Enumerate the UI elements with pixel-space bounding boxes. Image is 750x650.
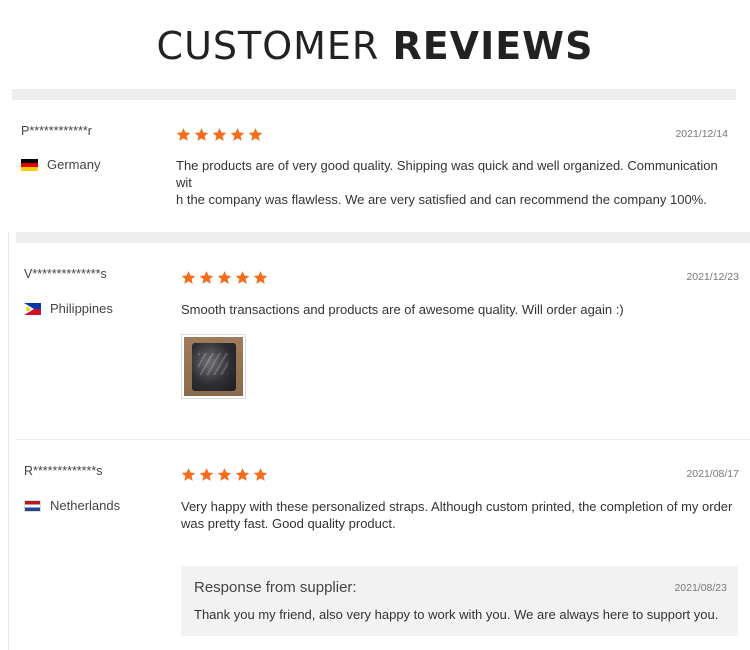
product-bag-image <box>192 343 236 391</box>
country-label: Germany <box>47 157 101 172</box>
star-icon <box>181 270 196 285</box>
netherlands-flag-icon <box>24 499 41 512</box>
supplier-response-title: Response from supplier: <box>194 579 357 596</box>
review-text-line: Very happy with these personalized strap… <box>181 499 733 514</box>
star-icon <box>253 467 268 482</box>
star-icon <box>181 467 196 482</box>
review-text-line: The products are of very good quality. S… <box>176 158 718 190</box>
reviewer-country: Netherlands <box>24 498 120 513</box>
supplier-response-text: Thank you my friend, also very happy to … <box>194 607 719 622</box>
reviewer-country: Germany <box>21 157 100 172</box>
star-icon <box>217 270 232 285</box>
star-icon <box>176 127 191 142</box>
star-icon <box>212 127 227 142</box>
review-text-line: Smooth transactions and products are of … <box>181 302 624 317</box>
star-icon <box>248 127 263 142</box>
star-rating <box>176 127 263 142</box>
title-bold: REVIEWS <box>392 24 594 68</box>
star-icon <box>235 270 250 285</box>
supplier-response: Response from supplier: 2021/08/23 Thank… <box>181 566 738 636</box>
review-date: 2021/12/23 <box>686 271 739 283</box>
germany-flag-icon <box>21 158 38 171</box>
review-photo[interactable] <box>181 334 246 399</box>
star-rating <box>181 270 268 285</box>
star-icon <box>253 270 268 285</box>
review-text: The products are of very good quality. S… <box>176 157 736 208</box>
star-icon <box>199 270 214 285</box>
star-icon <box>235 467 250 482</box>
star-rating <box>181 467 268 482</box>
star-icon <box>199 467 214 482</box>
review-date: 2021/12/14 <box>675 128 728 140</box>
page-title: CUSTOMER REVIEWS <box>0 24 750 68</box>
divider-top <box>12 89 736 100</box>
reviewer-name: R*************s <box>24 464 103 478</box>
reviewer-country: Philippines <box>24 301 113 316</box>
country-label: Philippines <box>50 301 113 316</box>
title-light: CUSTOMER <box>156 24 380 68</box>
star-icon <box>217 467 232 482</box>
review-date: 2021/08/17 <box>686 468 739 480</box>
reviewer-name: P************r <box>21 124 92 138</box>
philippines-flag-icon <box>24 302 41 315</box>
left-rule <box>8 232 9 650</box>
review-text-line: h the company was flawless. We are very … <box>176 192 707 207</box>
review-separator <box>16 439 750 440</box>
country-label: Netherlands <box>50 498 121 513</box>
review-text-line: was pretty fast. Good quality product. <box>181 516 396 531</box>
reviewer-name: V**************s <box>24 267 107 281</box>
review-text: Smooth transactions and products are of … <box>181 301 741 318</box>
divider-middle <box>16 232 750 243</box>
star-icon <box>230 127 245 142</box>
star-icon <box>194 127 209 142</box>
supplier-response-date: 2021/08/23 <box>674 582 727 594</box>
review-photo-image <box>184 337 243 396</box>
review-text: Very happy with these personalized strap… <box>181 498 741 532</box>
